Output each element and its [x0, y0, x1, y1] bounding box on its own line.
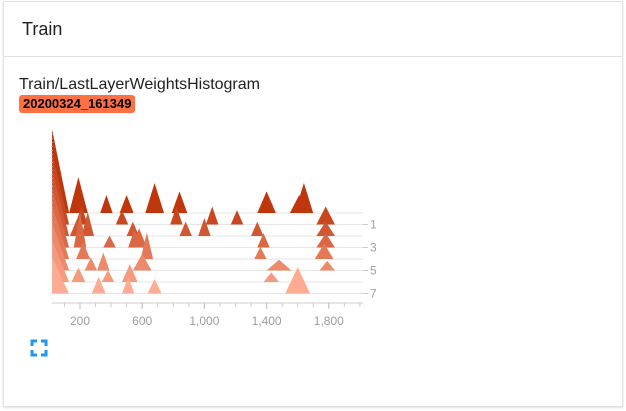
histogram-step-1	[52, 152, 363, 225]
x-tick-label: 1,000	[189, 314, 219, 328]
step-tick-label: 5	[370, 264, 377, 278]
x-tick-label: 1,400	[252, 314, 282, 328]
x-tick-label: 200	[70, 314, 90, 328]
histogram-step-7	[52, 257, 363, 294]
step-tick-label: 7	[370, 287, 377, 301]
x-tick-label: 600	[132, 314, 152, 328]
histogram-step-0	[52, 129, 363, 213]
fullscreen-icon	[30, 339, 48, 357]
x-tick-label: 1,800	[314, 314, 344, 328]
histogram-step-2	[52, 170, 363, 236]
step-tick-label: 3	[370, 241, 377, 255]
histogram-chart: 1 3 5 7 200 600 1,000 1,400 1,800	[51, 129, 377, 328]
fullscreen-button[interactable]	[30, 339, 48, 357]
histogram-step-3	[52, 187, 363, 248]
histogram-step-6	[52, 240, 363, 282]
step-tick-label: 1	[370, 218, 377, 232]
